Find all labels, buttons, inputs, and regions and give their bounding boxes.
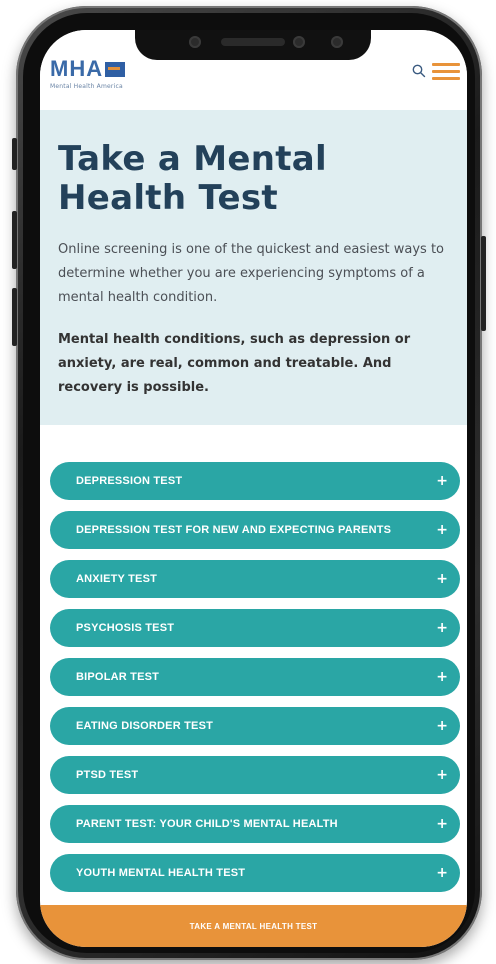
sensor-dot (293, 36, 305, 48)
mha-logo[interactable]: MHA Mental Health America (50, 56, 126, 90)
test-item-eating-disorder[interactable]: EATING DISORDER TEST + (50, 707, 460, 745)
power-button (481, 236, 486, 331)
page-title: Take a Mental Health Test (58, 139, 327, 218)
test-item-psychosis[interactable]: PSYCHOSIS TEST + (50, 609, 460, 647)
test-item-ptsd[interactable]: PTSD TEST + (50, 756, 460, 794)
volume-down-button (12, 288, 17, 346)
plus-icon: + (436, 767, 448, 783)
test-item-youth[interactable]: YOUTH MENTAL HEALTH TEST + (50, 854, 460, 892)
test-label: PTSD TEST (76, 769, 139, 781)
take-test-cta-button[interactable]: TAKE A MENTAL HEALTH TEST (40, 905, 467, 947)
logo-flag-icon (105, 61, 126, 77)
test-item-depression-parents[interactable]: DEPRESSION TEST FOR NEW AND EXPECTING PA… (50, 511, 460, 549)
test-item-parent[interactable]: PARENT TEST: YOUR CHILD'S MENTAL HEALTH … (50, 805, 460, 843)
test-item-bipolar[interactable]: BIPOLAR TEST + (50, 658, 460, 696)
volume-up-button (12, 211, 17, 269)
plus-icon: + (436, 669, 448, 685)
plus-icon: + (436, 816, 448, 832)
recovery-note: Mental health conditions, such as depres… (58, 332, 411, 395)
test-label: DEPRESSION TEST (76, 475, 183, 487)
plus-icon: + (436, 522, 448, 538)
plus-icon: + (436, 865, 448, 881)
test-label: PSYCHOSIS TEST (76, 622, 175, 634)
test-list: DEPRESSION TEST + DEPRESSION TEST FOR NE… (50, 462, 460, 903)
test-item-depression[interactable]: DEPRESSION TEST + (50, 462, 460, 500)
test-label: ANXIETY TEST (76, 573, 158, 585)
hamburger-menu-icon[interactable] (432, 63, 460, 81)
intro-text: Online screening is one of the quickest … (58, 242, 444, 305)
earpiece-speaker (221, 38, 285, 46)
camera-dot (331, 36, 343, 48)
sensor-dot (189, 36, 201, 48)
hero-section: Take a Mental Health Test Online screeni… (40, 110, 467, 425)
phone-screen: MHA Mental Health America Take a Mental … (40, 30, 467, 947)
test-item-anxiety[interactable]: ANXIETY TEST + (50, 560, 460, 598)
plus-icon: + (436, 718, 448, 734)
logo-subtext: Mental Health America (50, 83, 123, 90)
mute-switch (12, 138, 17, 170)
test-label: DEPRESSION TEST FOR NEW AND EXPECTING PA… (76, 524, 392, 536)
logo-text: MHA (50, 56, 104, 81)
test-label: YOUTH MENTAL HEALTH TEST (76, 867, 246, 879)
test-label: EATING DISORDER TEST (76, 720, 214, 732)
plus-icon: + (436, 473, 448, 489)
plus-icon: + (436, 620, 448, 636)
test-label: BIPOLAR TEST (76, 671, 160, 683)
phone-notch (135, 30, 371, 60)
plus-icon: + (436, 571, 448, 587)
search-icon[interactable] (411, 63, 427, 79)
test-label: PARENT TEST: YOUR CHILD'S MENTAL HEALTH (76, 818, 338, 830)
